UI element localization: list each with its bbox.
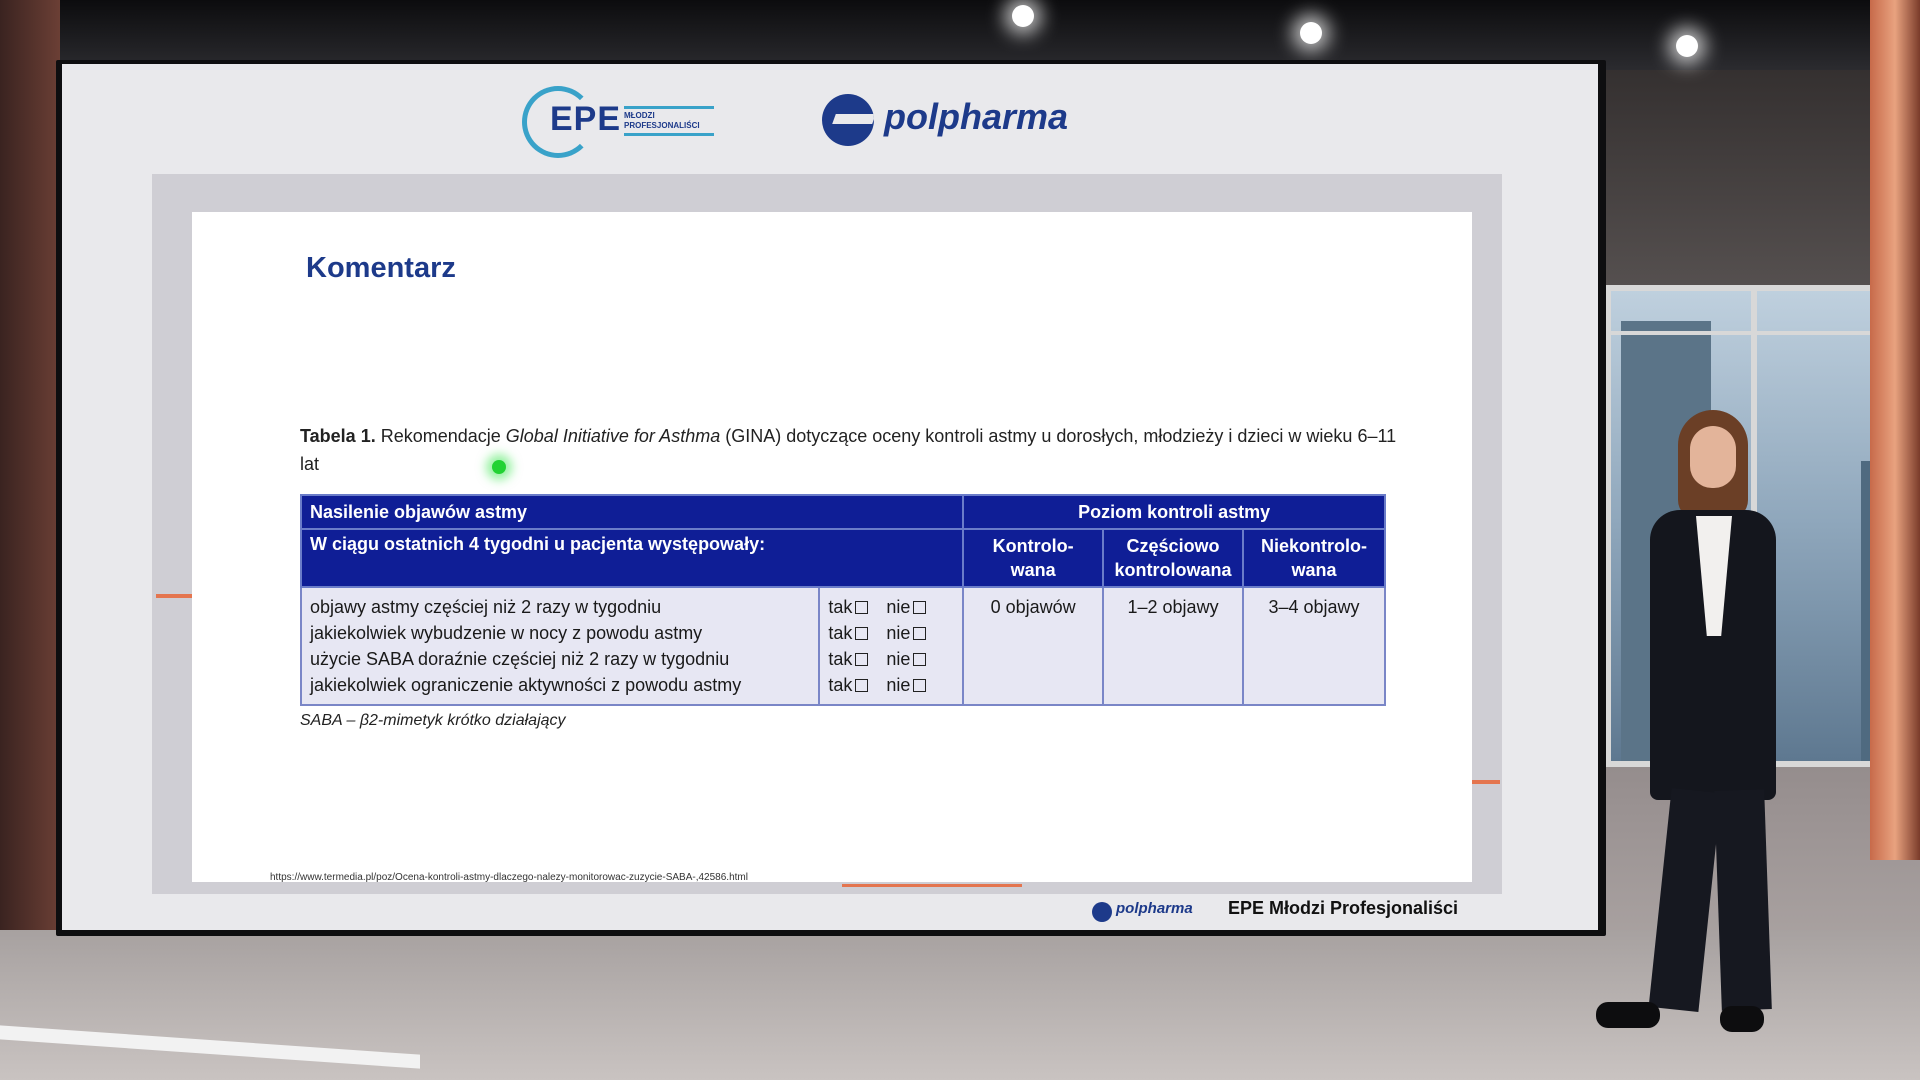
- presenter-leg: [1714, 789, 1772, 1011]
- accent-bar: [1470, 780, 1500, 784]
- yes-label: tak: [828, 649, 853, 669]
- ceiling-light: [1676, 35, 1698, 57]
- caption-text-before: Rekomendacje: [375, 426, 506, 446]
- header-symptoms: Nasilenie objawów astmy: [299, 494, 965, 530]
- no-label: nie: [886, 597, 911, 617]
- answer-row: tak nie: [828, 620, 954, 646]
- table-footnote: SABA – β2-mimetyk krótko działający: [300, 712, 566, 729]
- checkbox-icon: [855, 601, 869, 614]
- polpharma-icon: [1092, 902, 1112, 922]
- answers-cell: tak nie tak nie tak nie tak nie: [818, 586, 965, 706]
- table-header-row: Nasilenie objawów astmy Poziom kontroli …: [299, 494, 1386, 530]
- table-row: objawy astmy częściej niż 2 razy w tygod…: [299, 586, 1386, 706]
- logo-bar: EPE MŁODZI PROFESJONALIŚCI polpharma: [62, 64, 1598, 174]
- question-item: użycie SABA doraźnie częściej niż 2 razy…: [310, 649, 730, 669]
- no-label: nie: [886, 623, 911, 643]
- polpharma-icon: [822, 94, 874, 146]
- value-partial: 1–2 objawy: [1102, 586, 1245, 706]
- level-label: Kontrolo- wana: [992, 536, 1074, 580]
- polpharma-logo-text: polpharma: [884, 96, 1069, 137]
- footer-epe: EPE Młodzi Profesjonaliści: [1228, 898, 1459, 918]
- yes-label: tak: [828, 675, 853, 695]
- checkbox-icon: [855, 679, 869, 692]
- answer-row: tak nie: [828, 594, 954, 620]
- ceiling-light: [1300, 22, 1322, 44]
- checkbox-icon: [913, 601, 927, 614]
- window-mullion: [1611, 331, 1891, 335]
- checkbox-icon: [855, 627, 869, 640]
- epe-logo-subtitle: MŁODZI PROFESJONALIŚCI: [624, 106, 714, 136]
- answer-row: tak nie: [828, 672, 954, 698]
- presenter-leg: [1648, 787, 1722, 1013]
- presentation-screen: EPE MŁODZI PROFESJONALIŚCI polpharma Kom…: [56, 60, 1606, 936]
- caption-italic: Global Initiative for Asthma: [505, 426, 721, 446]
- ceiling-light: [1012, 5, 1034, 27]
- no-label: nie: [886, 675, 911, 695]
- level-label: Częściowo kontrolowana: [1114, 536, 1232, 580]
- accent-bar: [156, 594, 192, 598]
- table-caption: Tabela 1. Rekomendacje Global Initiative…: [300, 422, 1400, 478]
- header-period: W ciągu ostatnich 4 tygodni u pacjenta w…: [299, 528, 965, 588]
- source-url: https://www.termedia.pl/poz/Ocena-kontro…: [270, 872, 748, 883]
- epe-logo: EPE MŁODZI PROFESJONALIŚCI: [522, 82, 714, 158]
- epe-logo-text: EPE: [550, 100, 622, 138]
- question-item: jakiekolwiek ograniczenie aktywności z p…: [310, 675, 742, 695]
- header-level-uncontrolled: Niekontrolo- wana: [1242, 528, 1386, 588]
- checkbox-icon: [913, 653, 927, 666]
- header-level-partial: Częściowo kontrolowana: [1102, 528, 1245, 588]
- question-item: objawy astmy częściej niż 2 razy w tygod…: [310, 597, 662, 617]
- footer-brand: polpharma EPE Młodzi Profesjonaliści: [1092, 896, 1572, 926]
- no-label: nie: [886, 649, 911, 669]
- studio-pillar: [1870, 0, 1920, 860]
- level-label: Niekontrolo- wana: [1261, 536, 1368, 580]
- yes-label: tak: [828, 623, 853, 643]
- yes-label: tak: [828, 597, 853, 617]
- polpharma-logo: polpharma: [822, 90, 1122, 146]
- header-level-controlled: Kontrolo- wana: [962, 528, 1105, 588]
- accent-bar: [842, 884, 1022, 887]
- gina-table: Nasilenie objawów astmy Poziom kontroli …: [299, 494, 1386, 706]
- checkbox-icon: [855, 653, 869, 666]
- header-control-level: Poziom kontroli astmy: [962, 494, 1386, 530]
- laser-pointer-dot: [492, 460, 506, 474]
- footer-polpharma: polpharma: [1116, 900, 1193, 917]
- studio-wall-left: [0, 0, 60, 950]
- slide: Komentarz Tabela 1. Rekomendacje Global …: [192, 212, 1472, 882]
- presenter-shoe: [1596, 1002, 1660, 1028]
- answer-row: tak nie: [828, 646, 954, 672]
- question-item: jakiekolwiek wybudzenie w nocy z powodu …: [310, 623, 703, 643]
- checkbox-icon: [913, 627, 927, 640]
- value-controlled: 0 objawów: [962, 586, 1105, 706]
- presenter-face: [1690, 426, 1736, 488]
- presenter-shoe: [1720, 1006, 1764, 1032]
- slide-title: Komentarz: [306, 252, 456, 284]
- checkbox-icon: [913, 679, 927, 692]
- screen-surface: EPE MŁODZI PROFESJONALIŚCI polpharma Kom…: [62, 64, 1598, 930]
- value-uncontrolled: 3–4 objawy: [1242, 586, 1386, 706]
- table-header-row: W ciągu ostatnich 4 tygodni u pacjenta w…: [299, 528, 1386, 588]
- caption-label: Tabela 1.: [300, 426, 376, 446]
- questions-cell: objawy astmy częściej niż 2 razy w tygod…: [299, 586, 821, 706]
- presenter: [1588, 410, 1838, 1032]
